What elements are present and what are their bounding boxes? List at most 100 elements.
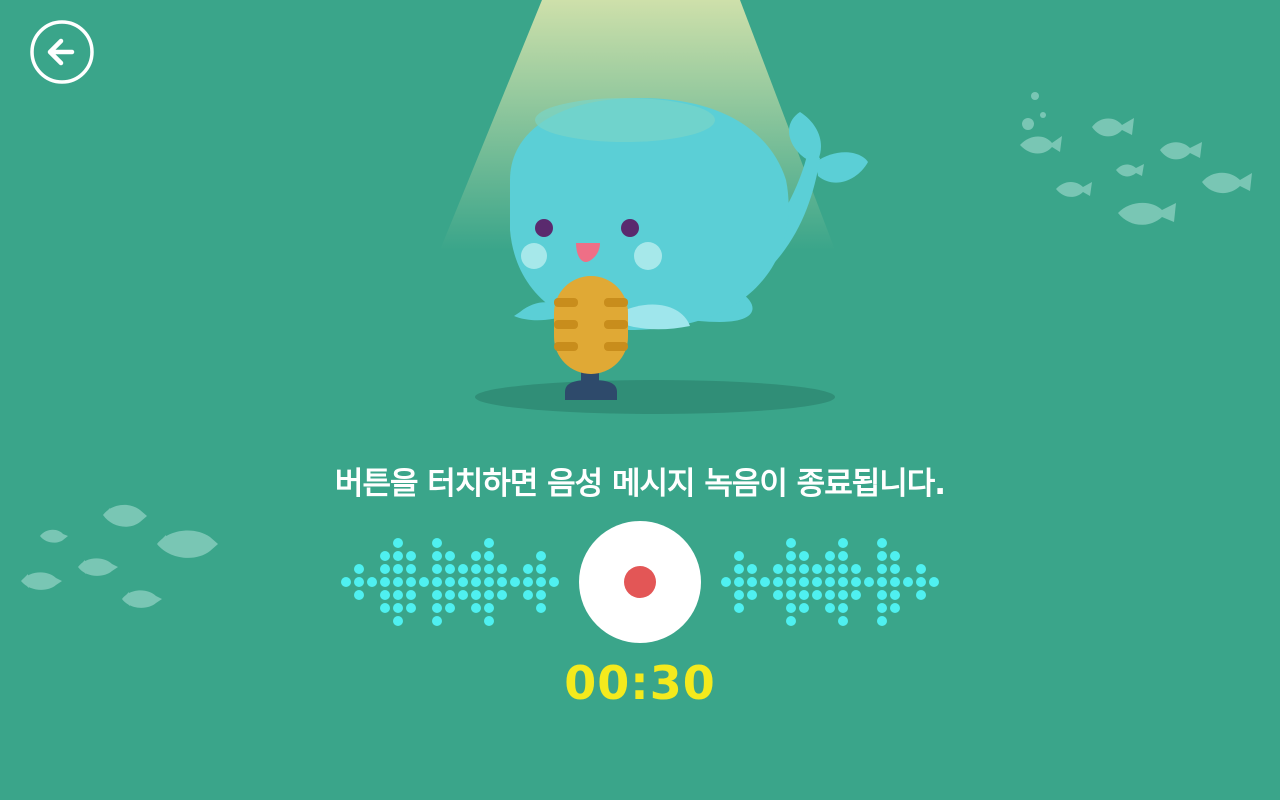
waveform-dot (877, 603, 887, 613)
waveform-dot (773, 564, 783, 574)
waveform-dot (890, 577, 900, 587)
waveform-dot (812, 564, 822, 574)
waveform-dot (890, 564, 900, 574)
waveform-dot (549, 577, 559, 587)
waveform-dot (747, 564, 757, 574)
waveform-dot (380, 590, 390, 600)
waveform-dot (393, 616, 403, 626)
waveform-right (721, 538, 939, 626)
waveform-dot (393, 590, 403, 600)
waveform-dot (432, 616, 442, 626)
waveform-dot (786, 538, 796, 548)
waveform-dot (838, 603, 848, 613)
waveform-dot (354, 577, 364, 587)
waveform-dot (523, 564, 533, 574)
waveform-dot (825, 564, 835, 574)
waveform-dot (929, 577, 939, 587)
waveform-dot (734, 603, 744, 613)
waveform-dot (786, 616, 796, 626)
waveform-dot (812, 590, 822, 600)
waveform-dot (838, 577, 848, 587)
waveform-dot (471, 551, 481, 561)
waveform-dot (393, 577, 403, 587)
waveform-dot (721, 577, 731, 587)
waveform-dot (786, 577, 796, 587)
recording-timer: 00:30 (564, 656, 716, 710)
whale-scene-illustration (440, 0, 1252, 414)
waveform-dot (471, 577, 481, 587)
waveform-dot (484, 538, 494, 548)
waveform-dot (419, 577, 429, 587)
record-dot-icon (624, 566, 656, 598)
waveform-dot (484, 616, 494, 626)
waveform-dot (799, 603, 809, 613)
waveform-dot (471, 603, 481, 613)
fish-school-right-decoration (1020, 92, 1252, 225)
waveform-dot (523, 590, 533, 600)
waveform-dot (406, 551, 416, 561)
waveform-dot (393, 564, 403, 574)
waveform-dot (877, 538, 887, 548)
record-stop-button[interactable] (579, 521, 701, 643)
waveform-dot (406, 603, 416, 613)
waveform-dot (432, 577, 442, 587)
waveform-dot (445, 551, 455, 561)
waveform-dot (890, 590, 900, 600)
waveform-dot (497, 577, 507, 587)
waveform-dot (432, 564, 442, 574)
waveform-dot (851, 564, 861, 574)
waveform-dot (786, 603, 796, 613)
waveform-dot (536, 564, 546, 574)
waveform-dot (393, 551, 403, 561)
waveform-dot (838, 538, 848, 548)
waveform-dot (458, 590, 468, 600)
waveform-dot (825, 577, 835, 587)
waveform-dot (838, 564, 848, 574)
waveform-dot (354, 590, 364, 600)
waveform-dot (484, 551, 494, 561)
waveform-dot (380, 603, 390, 613)
waveform-dot (773, 577, 783, 587)
waveform-dot (484, 590, 494, 600)
waveform-dot (471, 590, 481, 600)
waveform-dot (877, 564, 887, 574)
waveform-dot (786, 564, 796, 574)
waveform-dot (890, 603, 900, 613)
waveform-dot (445, 603, 455, 613)
waveform-dot (799, 551, 809, 561)
waveform-dot (497, 564, 507, 574)
waveform-dot (786, 590, 796, 600)
waveform-dot (536, 551, 546, 561)
waveform-dot (341, 577, 351, 587)
waveform-dot (825, 590, 835, 600)
waveform-dot (760, 577, 770, 587)
waveform-dot (825, 551, 835, 561)
waveform-dot (484, 564, 494, 574)
waveform-left (341, 538, 559, 626)
instruction-text: 버튼을 터치하면 음성 메시지 녹음이 종료됩니다. (334, 466, 946, 502)
waveform-dot (838, 616, 848, 626)
waveform-dot (432, 538, 442, 548)
waveform-dot (484, 577, 494, 587)
waveform-dot (734, 577, 744, 587)
waveform-dot (536, 603, 546, 613)
waveform-dot (877, 616, 887, 626)
waveform-dot (903, 577, 913, 587)
waveform-dot (799, 564, 809, 574)
waveform-dot (354, 564, 364, 574)
floor-shadow (475, 380, 835, 414)
waveform-dot (380, 551, 390, 561)
waveform-dot (406, 590, 416, 600)
waveform-dot (838, 590, 848, 600)
waveform-dot (773, 590, 783, 600)
waveform-dot (851, 590, 861, 600)
waveform-dot (851, 577, 861, 587)
waveform-dot (432, 603, 442, 613)
waveform-dot (536, 590, 546, 600)
waveform-dot (380, 564, 390, 574)
waveform-dot (367, 577, 377, 587)
waveform-dot (406, 577, 416, 587)
waveform-dot (445, 577, 455, 587)
waveform-dot (380, 577, 390, 587)
waveform-dot (838, 551, 848, 561)
